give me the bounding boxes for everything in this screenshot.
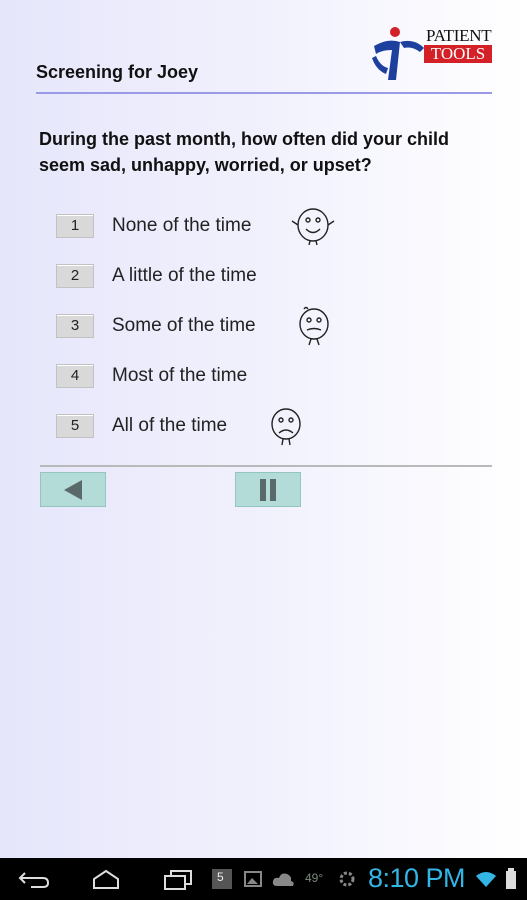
triangle-left-icon <box>64 479 82 500</box>
pause-icon <box>260 478 276 501</box>
option-label[interactable]: All of the time <box>112 415 227 437</box>
pause-button[interactable] <box>235 472 301 507</box>
cloud-upload-icon <box>270 858 296 900</box>
home-icon <box>93 869 119 889</box>
options-divider <box>40 465 492 467</box>
wifi-icon <box>474 858 498 900</box>
option-number[interactable]: 5 <box>56 414 94 438</box>
system-home-button[interactable] <box>84 858 128 900</box>
notification-count: 5 <box>217 870 224 884</box>
gallery-icon <box>242 858 264 900</box>
sad-face-icon <box>271 408 301 446</box>
weather-temperature: 49° <box>305 871 324 885</box>
neutral-face-icon <box>299 306 329 346</box>
system-recents-button[interactable] <box>156 858 200 900</box>
option-number[interactable]: 1 <box>56 214 94 238</box>
option-1[interactable]: 1 None of the time <box>56 208 416 244</box>
system-back-button[interactable] <box>12 858 56 900</box>
option-label[interactable]: A little of the time <box>112 265 257 287</box>
option-label[interactable]: Most of the time <box>112 365 247 387</box>
settings-gear-icon <box>336 858 358 900</box>
back-button[interactable] <box>40 472 106 507</box>
option-number[interactable]: 3 <box>56 314 94 338</box>
option-number[interactable]: 2 <box>56 264 94 288</box>
logo-figure-icon <box>372 27 424 80</box>
option-5[interactable]: 5 All of the time <box>56 408 416 444</box>
option-label[interactable]: None of the time <box>112 215 251 237</box>
header-divider <box>36 92 492 94</box>
question-text: During the past month, how often did you… <box>39 129 449 175</box>
patient-tools-logo: PATIENT TOOLS <box>370 24 494 86</box>
option-number[interactable]: 4 <box>56 364 94 388</box>
system-navigation-bar: 5 49° 8:10 PM <box>0 858 527 900</box>
option-4[interactable]: 4 Most of the time <box>56 358 416 394</box>
back-arrow-icon <box>18 872 50 888</box>
happy-face-icon <box>291 208 335 245</box>
option-2[interactable]: 2 A little of the time <box>56 258 416 294</box>
status-clock: 8:10 PM <box>368 863 466 893</box>
page-title: Screening for Joey <box>36 62 199 82</box>
recent-apps-icon <box>164 870 192 890</box>
logo-text-tools: TOOLS <box>424 45 492 63</box>
option-label[interactable]: Some of the time <box>112 315 256 337</box>
notification-badge: 5 <box>208 858 236 900</box>
battery-icon <box>502 858 520 900</box>
logo-text-patient: PATIENT <box>426 26 492 45</box>
option-3[interactable]: 3 Some of the time <box>56 308 416 344</box>
app-header: Screening for Joey PATIENT TOOLS <box>0 0 527 96</box>
